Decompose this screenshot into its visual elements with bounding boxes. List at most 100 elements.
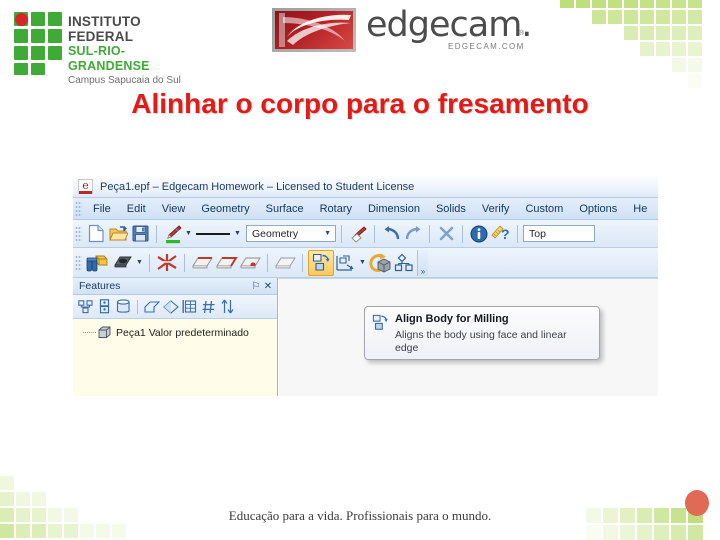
info-button[interactable] <box>468 223 490 245</box>
line-style-dropdown-caret[interactable]: ▼ <box>233 224 242 244</box>
align-body-for-milling-button[interactable] <box>308 249 334 276</box>
redo-button[interactable] <box>402 223 424 245</box>
view-combobox[interactable]: Top <box>523 225 595 242</box>
if-logo-red-dot <box>15 13 28 26</box>
solid-face-button-3[interactable] <box>238 252 262 274</box>
sort-arrows-icon <box>221 299 234 314</box>
feature-chamfer-button[interactable] <box>142 297 161 316</box>
help-button[interactable]: ? <box>490 223 512 245</box>
decorative-square <box>640 26 654 40</box>
menu-item-dimension[interactable]: Dimension <box>360 201 428 217</box>
tree-item-label: Peça1 Valor predeterminado <box>116 326 249 339</box>
menu-item-edit[interactable]: Edit <box>119 201 154 217</box>
tree-item-peca1[interactable]: Peça1 Valor predeterminado <box>83 326 277 339</box>
decorative-square <box>32 492 46 506</box>
new-file-button[interactable] <box>85 223 107 245</box>
menubar-grip[interactable] <box>75 200 82 217</box>
menubar: File Edit View Geometry Surface Rotary D… <box>73 198 658 220</box>
panel-pin-icon[interactable]: ⚐ <box>250 281 262 292</box>
transform-caret[interactable]: ▼ <box>358 253 367 273</box>
menu-item-help[interactable]: He <box>625 201 655 217</box>
layer-combobox[interactable]: Geometry ▼ <box>246 225 336 242</box>
decorative-square <box>688 26 702 40</box>
menu-item-surface[interactable]: Surface <box>258 201 312 217</box>
color-dropdown-caret[interactable]: ▼ <box>184 224 193 244</box>
floppy-disk-icon <box>132 225 148 242</box>
solid-primitive-button[interactable] <box>111 252 135 274</box>
decorative-square <box>64 524 78 538</box>
decorative-square <box>688 525 703 540</box>
menu-item-custom[interactable]: Custom <box>517 201 571 217</box>
decorative-square <box>656 26 670 40</box>
menu-item-view[interactable]: View <box>154 201 194 217</box>
tree-connector <box>83 331 96 334</box>
decorative-square <box>32 524 46 538</box>
save-file-button[interactable] <box>129 223 151 245</box>
features-tree: Peça1 Valor predeterminado <box>73 319 277 393</box>
features-toolbar <box>73 295 277 319</box>
hash-icon <box>202 300 214 313</box>
chamfer-icon <box>143 300 160 313</box>
undo-button[interactable] <box>380 223 402 245</box>
decorative-square <box>640 10 654 24</box>
delete-button[interactable] <box>435 223 457 245</box>
feature-group-button[interactable] <box>76 297 95 316</box>
rotate-cube-icon <box>369 253 391 273</box>
decorative-square <box>672 0 686 8</box>
decorative-square <box>112 524 126 538</box>
features-panel: Features ⚐ ✕ Peça1 Valor predeterminado <box>73 278 278 396</box>
toolbar-grip-1[interactable] <box>75 225 82 242</box>
pen-color-icon <box>166 224 182 243</box>
feature-mirror-button[interactable] <box>161 297 180 316</box>
move-geometry-icon <box>336 255 354 271</box>
feature-lock-button[interactable] <box>95 297 114 316</box>
toolbar-separator <box>374 224 375 243</box>
feature-tree-button[interactable] <box>393 252 417 274</box>
open-file-button[interactable] <box>107 223 129 245</box>
information-icon <box>470 225 488 242</box>
axis-cross-icon <box>157 254 177 271</box>
align-body-milling-icon <box>372 314 388 330</box>
transform-button[interactable] <box>334 252 358 274</box>
help-question-icon: ? <box>491 225 510 242</box>
decorative-square <box>0 524 14 538</box>
decorative-square <box>672 42 686 56</box>
solids-toolbar: ▼ ▼ » <box>73 248 658 278</box>
solid-body-icon <box>98 326 111 339</box>
panel-close-icon[interactable]: ✕ <box>262 281 274 292</box>
edgecam-wordmark: edgecam. <box>366 5 532 45</box>
feature-number-button[interactable] <box>199 297 218 316</box>
features-panel-header: Features ⚐ ✕ <box>73 278 277 295</box>
decorative-square <box>688 74 702 88</box>
menu-item-geometry[interactable]: Geometry <box>193 201 257 217</box>
decorative-square <box>48 524 62 538</box>
decorative-square <box>654 525 669 540</box>
toolbar-overflow-button[interactable]: » <box>417 249 428 276</box>
menu-item-verify[interactable]: Verify <box>474 201 518 217</box>
solid-plain-button[interactable] <box>273 252 297 274</box>
feature-list-button[interactable] <box>180 297 199 316</box>
solid-primitive-caret[interactable]: ▼ <box>135 253 144 273</box>
eraser-icon <box>350 225 367 243</box>
erase-button[interactable] <box>347 223 369 245</box>
decorative-square <box>80 524 94 538</box>
feature-pocket-button[interactable] <box>114 297 133 316</box>
toolbar-grip-2[interactable] <box>75 254 82 271</box>
solid-face-button-2[interactable] <box>214 252 238 274</box>
feature-sort-button[interactable] <box>218 297 237 316</box>
decorative-square <box>16 492 30 506</box>
rotate-body-button[interactable] <box>367 252 393 274</box>
toolbar-separator <box>149 253 150 272</box>
menu-item-options[interactable]: Options <box>571 201 625 217</box>
color-layer-button[interactable] <box>162 223 184 245</box>
edgecam-wordmark-dot: . <box>521 5 532 45</box>
solid-face-button-1[interactable] <box>190 252 214 274</box>
menu-item-file[interactable]: File <box>85 201 119 217</box>
menu-item-solids[interactable]: Solids <box>428 201 474 217</box>
view-solids-button[interactable] <box>85 252 111 274</box>
features-panel-title: Features <box>79 280 121 292</box>
rotate-axis-button[interactable] <box>155 252 179 274</box>
decorative-square <box>620 525 635 540</box>
menu-item-rotary[interactable]: Rotary <box>312 201 360 217</box>
presentation-slide: INSTITUTO FEDERAL SUL-RIO-GRANDENSE Camp… <box>0 0 720 540</box>
